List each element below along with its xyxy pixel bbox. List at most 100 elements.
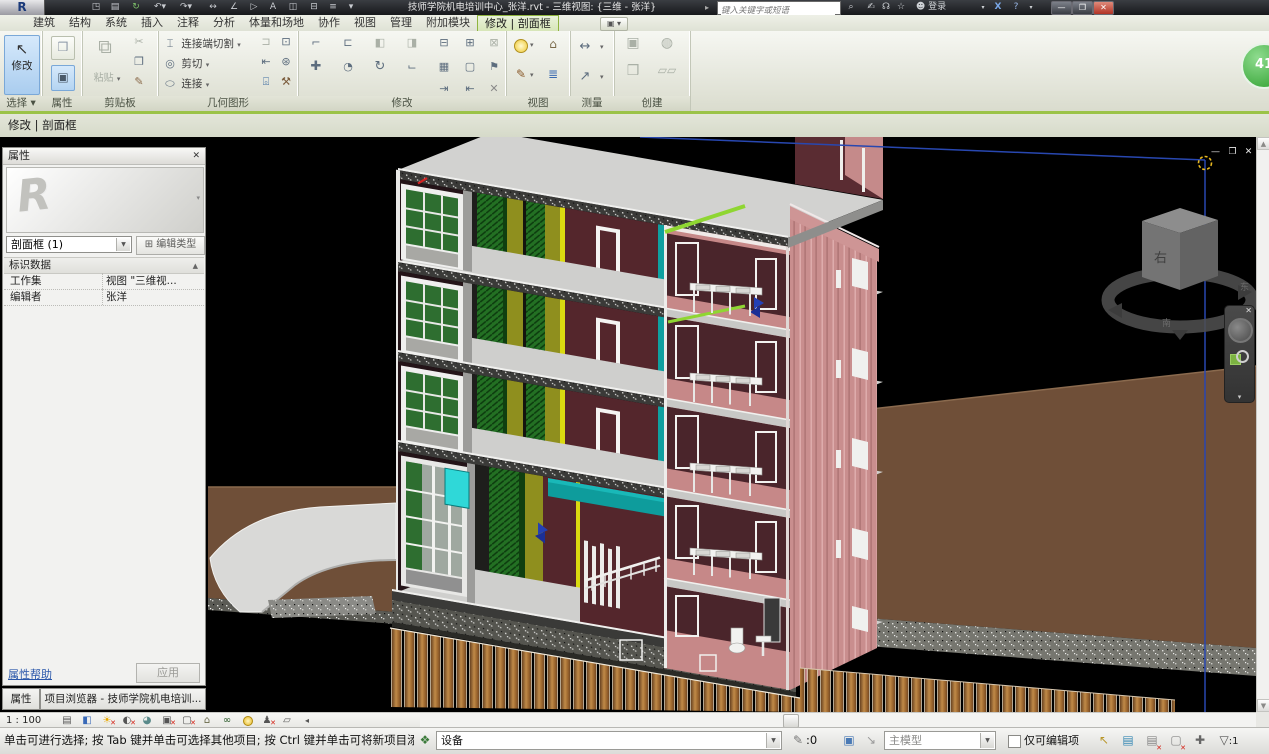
- collapse-section-icon[interactable]: ▲: [193, 259, 198, 274]
- type-selector[interactable]: 剖面框 (1) ▼: [6, 236, 132, 253]
- measure-dropdown-icon[interactable]: ▾: [600, 43, 604, 51]
- tab-annotate[interactable]: 注释: [170, 15, 206, 31]
- sign-in-button[interactable]: ☻ 登录: [910, 1, 952, 14]
- temporary-hide-isolate-icon[interactable]: ∞: [218, 713, 236, 728]
- view-restore-icon[interactable]: ❐: [1225, 147, 1240, 159]
- cut-join-button[interactable]: ⌶ 连接端切割 ▾: [162, 34, 241, 53]
- tab-systems[interactable]: 系统: [98, 15, 134, 31]
- select-pinned-icon[interactable]: ▤✕: [1142, 728, 1162, 753]
- design-option-select[interactable]: 主模型 ▼: [884, 731, 996, 750]
- pin-icon[interactable]: ⚑: [484, 57, 504, 76]
- preview-dropdown-icon[interactable]: ▾: [196, 194, 200, 202]
- favorites-star-icon[interactable]: ☆: [894, 1, 908, 14]
- horizontal-scrollbar[interactable]: [420, 712, 1256, 728]
- editing-requests-icon[interactable]: ✎: [790, 728, 806, 753]
- design-option-dropdown-icon[interactable]: ▼: [980, 733, 994, 748]
- active-workset-select[interactable]: 设备 ▼: [436, 731, 782, 750]
- help-dropdown-icon[interactable]: ▾: [1026, 1, 1036, 14]
- copy-to-clipboard-icon[interactable]: ❐: [130, 55, 148, 68]
- subscription-icon[interactable]: ✍: [864, 1, 878, 14]
- measure-between-refs-icon[interactable]: ↗: [574, 69, 596, 84]
- create-group-icon[interactable]: ▣: [622, 35, 644, 51]
- ribbon-display-toggle[interactable]: ▣ ▾: [600, 17, 628, 31]
- search-icon[interactable]: ⌕: [843, 1, 859, 14]
- scale-button[interactable]: 1 : 100: [6, 713, 41, 728]
- view-minimize-icon[interactable]: —: [1208, 147, 1223, 159]
- select-underlay-icon[interactable]: ▤: [1118, 728, 1138, 753]
- drag-on-selection-icon[interactable]: ✚: [1190, 728, 1210, 753]
- text-icon[interactable]: A: [265, 1, 281, 14]
- exchange-apps-icon[interactable]: X: [990, 1, 1006, 14]
- property-row[interactable]: 编辑者 张洋: [4, 289, 204, 306]
- properties-close-icon[interactable]: ✕: [192, 148, 200, 164]
- navbar-close-icon[interactable]: ✕: [1245, 306, 1252, 315]
- measure-icon[interactable]: ∠: [226, 1, 242, 14]
- tab-analyze[interactable]: 分析: [206, 15, 242, 31]
- properties-palette-icon[interactable]: ❒: [51, 36, 75, 60]
- section-icon[interactable]: ⊟: [306, 1, 322, 14]
- split-face-icon[interactable]: ⌻: [258, 75, 274, 89]
- cut-to-clipboard-icon[interactable]: ✂: [130, 35, 148, 48]
- properties-header[interactable]: 属性 ✕: [3, 148, 205, 165]
- scroll-down-icon[interactable]: ▼: [1257, 699, 1269, 712]
- sync-icon[interactable]: ↻: [128, 1, 144, 14]
- wall-join-icon[interactable]: ⊡: [278, 35, 294, 48]
- tab-collaborate[interactable]: 协作: [311, 15, 347, 31]
- switch-join-order-icon[interactable]: ⊛: [278, 55, 294, 68]
- worksets-icon[interactable]: ❖: [416, 728, 434, 753]
- trim-extend-icon[interactable]: ⌙: [402, 57, 422, 76]
- create-similar-icon[interactable]: ◍: [656, 35, 678, 51]
- tab-project-browser[interactable]: 项目浏览器 - 技师学院机电培训...: [40, 688, 206, 710]
- customize-qat-icon[interactable]: ▾: [343, 1, 359, 14]
- array-icon[interactable]: ▦: [434, 57, 454, 76]
- offset-icon[interactable]: ⊏: [338, 33, 358, 52]
- beam-join-icon[interactable]: ⊐: [258, 35, 274, 48]
- create-assembly-icon[interactable]: ❒: [622, 63, 644, 79]
- cut-button[interactable]: ◎ 剪切 ▾: [162, 54, 209, 73]
- redo-icon[interactable]: ↷▾: [178, 1, 194, 14]
- split-with-gap-icon[interactable]: ⊞: [460, 33, 480, 52]
- default-3d-view-icon[interactable]: ◫: [285, 1, 301, 14]
- type-properties-icon[interactable]: ▣: [51, 65, 75, 91]
- tag-icon[interactable]: ▷: [246, 1, 262, 14]
- save-icon[interactable]: ▤: [107, 1, 123, 14]
- open-icon[interactable]: ◳: [88, 1, 104, 14]
- steering-wheel-icon[interactable]: [1228, 318, 1253, 343]
- aligned-dimension-icon[interactable]: ↔: [205, 1, 221, 14]
- property-row[interactable]: 工作集 视图 "三维视...: [4, 273, 204, 290]
- vcb-collapse-icon[interactable]: ◂: [298, 713, 316, 728]
- editable-only-checkbox[interactable]: [1008, 735, 1021, 748]
- properties-help-link[interactable]: 属性帮助: [8, 666, 52, 682]
- navbar-expand-icon[interactable]: ▾: [1225, 393, 1254, 401]
- identity-data-header[interactable]: 标识数据 ▲: [4, 257, 204, 274]
- cutaway-views-icon[interactable]: ≣: [544, 67, 562, 81]
- tab-properties[interactable]: 属性: [2, 688, 40, 710]
- unlocked-3d-view-icon[interactable]: ⌂: [198, 713, 216, 728]
- filter-icon[interactable]: ▽:1: [1214, 728, 1244, 753]
- copy-icon[interactable]: ◔: [338, 57, 358, 76]
- panel-properties-label[interactable]: 属性: [42, 96, 82, 111]
- unpin-icon[interactable]: ⊠: [484, 33, 504, 52]
- mirror-draw-axis-icon[interactable]: ◨: [402, 33, 422, 52]
- paste-icon[interactable]: ⧉: [90, 36, 120, 58]
- thin-lines-toggle-icon[interactable]: ✎: [512, 67, 530, 81]
- help-icon[interactable]: ?: [1008, 1, 1024, 14]
- tab-modify-section-box[interactable]: 修改 | 剖面框: [477, 15, 559, 31]
- application-menu-button[interactable]: R: [0, 0, 45, 15]
- select-links-icon[interactable]: ↖: [1094, 728, 1114, 753]
- view-close-icon[interactable]: ✕: [1241, 147, 1256, 159]
- thin-lines-dropdown-icon[interactable]: ▾: [530, 71, 534, 79]
- type-selector-arrow-icon[interactable]: ▼: [116, 238, 130, 251]
- tab-architecture[interactable]: 建筑: [26, 15, 62, 31]
- split-element-icon[interactable]: ⊟: [434, 33, 454, 52]
- undo-icon[interactable]: ↶▾: [152, 1, 168, 14]
- edit-type-button[interactable]: ⊞ 编辑类型: [136, 236, 205, 255]
- tab-insert[interactable]: 插入: [134, 15, 170, 31]
- sun-path-icon[interactable]: ☀✕: [98, 713, 116, 728]
- tab-structure[interactable]: 结构: [62, 15, 98, 31]
- match-type-icon[interactable]: ✎: [130, 75, 148, 88]
- join-button[interactable]: ⬭ 连接 ▾: [162, 74, 209, 93]
- maximize-button[interactable]: ❐: [1072, 1, 1093, 15]
- crop-view-icon[interactable]: ▣✕: [158, 713, 176, 728]
- visual-style-icon[interactable]: ◧: [78, 713, 96, 728]
